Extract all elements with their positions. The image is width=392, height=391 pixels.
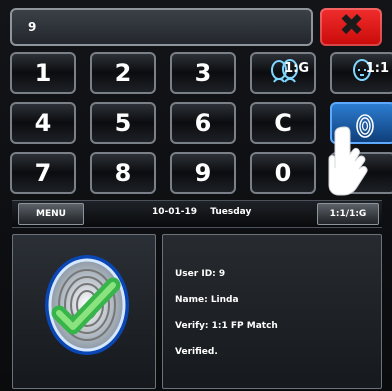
- keypad-key-4[interactable]: 4: [10, 102, 76, 144]
- top-input-bar: 9 ✖: [10, 8, 382, 48]
- hand-pointer-icon: [328, 126, 368, 196]
- user-id-input[interactable]: 9: [10, 8, 313, 46]
- verify-line: Verify: 1:1 FP Match: [175, 321, 278, 331]
- menu-button[interactable]: MENU: [18, 203, 84, 225]
- keypad-key-1[interactable]: 1: [10, 52, 76, 94]
- keypad-key-c[interactable]: C: [250, 102, 316, 144]
- face-11-button[interactable]: 1:1: [330, 52, 392, 94]
- mode-button[interactable]: 1:1/1:G: [317, 203, 379, 225]
- face-1g-button[interactable]: 1:G: [250, 52, 316, 94]
- date-time: 10-01-19 Tuesday: [152, 207, 251, 217]
- date-text: 10-01-19: [152, 207, 198, 217]
- keypad-key-9[interactable]: 9: [170, 152, 236, 194]
- user-info-panel: User ID: 9 Name: Linda Verify: 1:1 FP Ma…: [162, 234, 382, 389]
- user-id-input-value: 9: [28, 20, 37, 34]
- fingerprint-result-panel: [12, 234, 156, 389]
- keypad-key-3[interactable]: 3: [170, 52, 236, 94]
- keypad-key-5[interactable]: 5: [90, 102, 156, 144]
- verified-status: Verified.: [175, 347, 218, 357]
- face-1g-label: 1:G: [284, 61, 309, 76]
- day-text: Tuesday: [210, 207, 252, 217]
- keypad-key-8[interactable]: 8: [90, 152, 156, 194]
- keypad-key-0[interactable]: 0: [250, 152, 316, 194]
- attendance-terminal-screen: 9 ✖ 1 2 3 1:G 1:1 4 5 6 C 7 8 9 0 MENU 1…: [0, 0, 392, 391]
- keypad-key-6[interactable]: 6: [170, 102, 236, 144]
- clear-button[interactable]: ✖: [320, 8, 382, 46]
- name-line: Name: Linda: [175, 295, 239, 305]
- status-bar: MENU 10-01-19 Tuesday 1:1/1:G: [12, 200, 382, 228]
- keypad-key-7[interactable]: 7: [10, 152, 76, 194]
- face-11-label: 1:1: [365, 61, 389, 76]
- keypad-key-2[interactable]: 2: [90, 52, 156, 94]
- verified-fingerprint-icon: [45, 255, 129, 355]
- close-icon: ✖: [339, 8, 365, 43]
- user-details: User ID: 9 Name: Linda Verify: 1:1 FP Ma…: [175, 261, 278, 365]
- user-id-line: User ID: 9: [175, 269, 226, 279]
